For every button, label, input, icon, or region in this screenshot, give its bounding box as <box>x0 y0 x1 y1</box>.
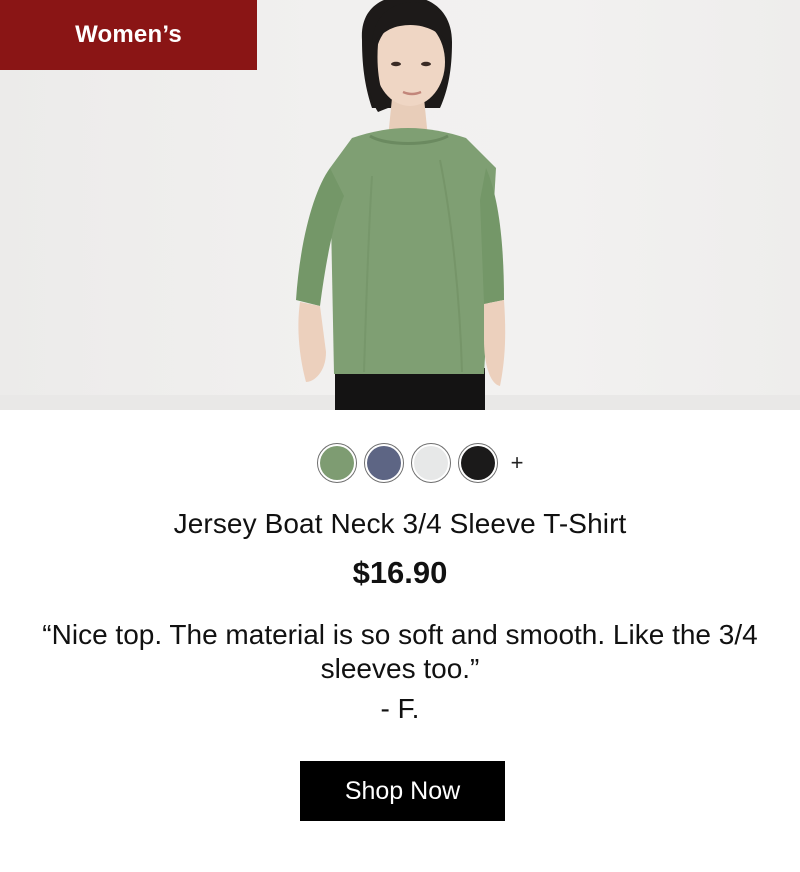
swatch-black-dot <box>461 446 495 480</box>
swatch-black[interactable] <box>458 443 498 483</box>
swatch-navy[interactable] <box>364 443 404 483</box>
more-colors-icon[interactable]: + <box>509 452 525 474</box>
category-badge[interactable]: Women’s <box>0 0 257 70</box>
swatch-white[interactable] <box>411 443 451 483</box>
shop-now-button[interactable]: Shop Now <box>300 761 505 821</box>
product-price: $16.90 <box>352 555 448 590</box>
swatch-list: + <box>317 443 525 483</box>
swatch-navy-dot <box>367 446 401 480</box>
product-card: Women’s + Jersey Boat Neck 3/4 Sleeve T-… <box>0 0 800 872</box>
review-quote: “Nice top. The material is so soft and s… <box>42 619 758 684</box>
swatch-white-dot <box>414 446 448 480</box>
swatch-green[interactable] <box>317 443 357 483</box>
product-photo[interactable]: Women’s <box>0 0 800 410</box>
product-title[interactable]: Jersey Boat Neck 3/4 Sleeve T-Shirt <box>0 508 800 540</box>
swatch-green-dot <box>320 446 354 480</box>
color-swatches: + <box>0 443 800 483</box>
review-author: - F. <box>380 693 420 724</box>
